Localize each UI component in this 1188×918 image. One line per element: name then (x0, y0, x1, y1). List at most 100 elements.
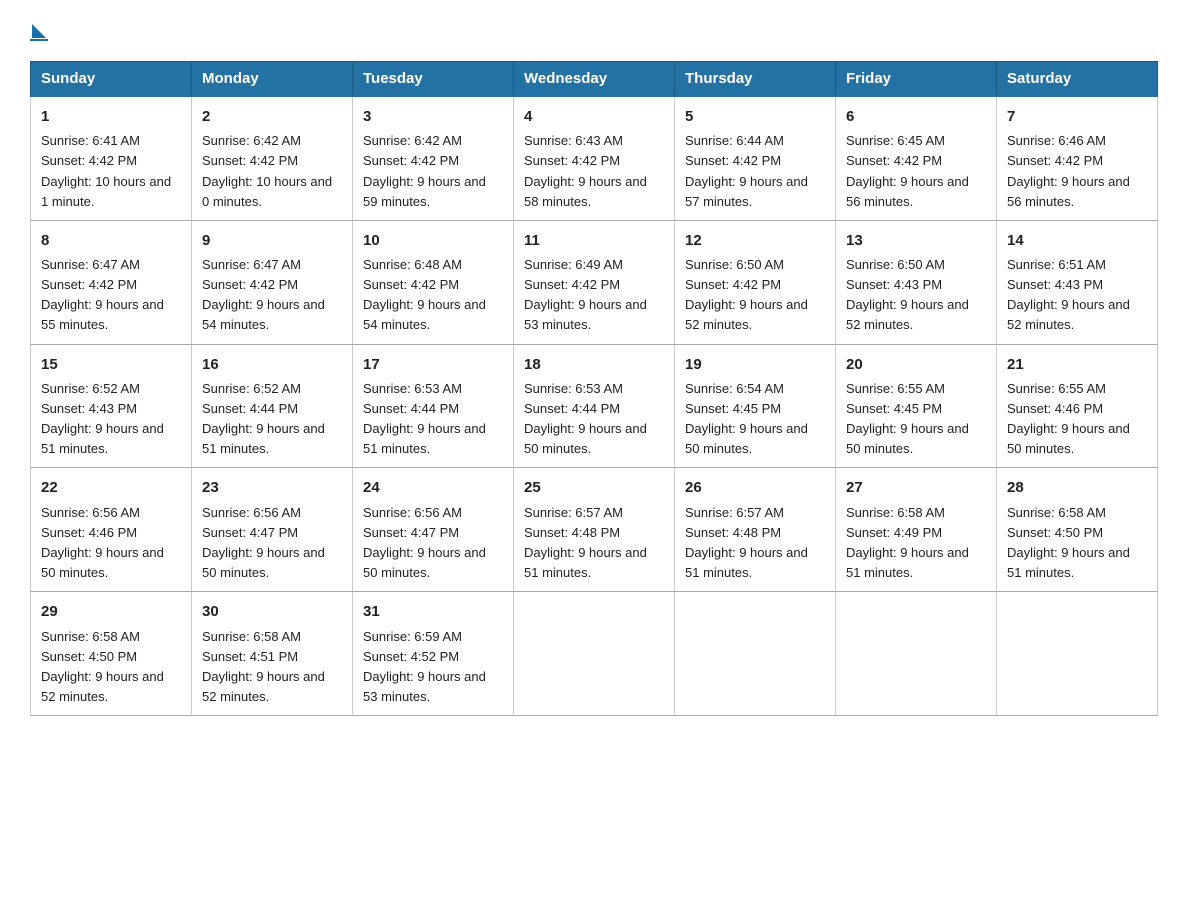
sunrise-text: Sunrise: 6:58 AM (1007, 505, 1106, 520)
daylight-text: Daylight: 9 hours and 50 minutes. (685, 421, 808, 456)
calendar-cell (514, 592, 675, 716)
sunrise-text: Sunrise: 6:56 AM (363, 505, 462, 520)
daylight-text: Daylight: 9 hours and 56 minutes. (846, 174, 969, 209)
sunrise-text: Sunrise: 6:48 AM (363, 257, 462, 272)
day-number: 1 (41, 105, 181, 128)
sunrise-text: Sunrise: 6:57 AM (685, 505, 784, 520)
daylight-text: Daylight: 9 hours and 54 minutes. (202, 297, 325, 332)
sunset-text: Sunset: 4:42 PM (363, 153, 459, 168)
calendar-cell: 2Sunrise: 6:42 AMSunset: 4:42 PMDaylight… (192, 96, 353, 220)
day-number: 17 (363, 353, 503, 376)
sunrise-text: Sunrise: 6:52 AM (202, 381, 301, 396)
calendar-cell: 30Sunrise: 6:58 AMSunset: 4:51 PMDayligh… (192, 592, 353, 716)
day-number: 23 (202, 476, 342, 499)
calendar-cell: 10Sunrise: 6:48 AMSunset: 4:42 PMDayligh… (353, 220, 514, 344)
daylight-text: Daylight: 9 hours and 52 minutes. (41, 669, 164, 704)
calendar-cell (836, 592, 997, 716)
sunrise-text: Sunrise: 6:53 AM (363, 381, 462, 396)
sunset-text: Sunset: 4:42 PM (202, 153, 298, 168)
sunrise-text: Sunrise: 6:55 AM (846, 381, 945, 396)
daylight-text: Daylight: 9 hours and 50 minutes. (363, 545, 486, 580)
calendar-cell: 18Sunrise: 6:53 AMSunset: 4:44 PMDayligh… (514, 344, 675, 468)
daylight-text: Daylight: 9 hours and 51 minutes. (363, 421, 486, 456)
day-header-thursday: Thursday (675, 62, 836, 97)
calendar-cell: 24Sunrise: 6:56 AMSunset: 4:47 PMDayligh… (353, 468, 514, 592)
calendar-cell: 14Sunrise: 6:51 AMSunset: 4:43 PMDayligh… (997, 220, 1158, 344)
day-number: 13 (846, 229, 986, 252)
sunrise-text: Sunrise: 6:58 AM (41, 629, 140, 644)
calendar-cell: 20Sunrise: 6:55 AMSunset: 4:45 PMDayligh… (836, 344, 997, 468)
daylight-text: Daylight: 9 hours and 51 minutes. (41, 421, 164, 456)
day-number: 6 (846, 105, 986, 128)
daylight-text: Daylight: 9 hours and 50 minutes. (524, 421, 647, 456)
day-number: 10 (363, 229, 503, 252)
calendar-cell: 5Sunrise: 6:44 AMSunset: 4:42 PMDaylight… (675, 96, 836, 220)
sunrise-text: Sunrise: 6:58 AM (202, 629, 301, 644)
daylight-text: Daylight: 9 hours and 55 minutes. (41, 297, 164, 332)
calendar-cell: 28Sunrise: 6:58 AMSunset: 4:50 PMDayligh… (997, 468, 1158, 592)
sunrise-text: Sunrise: 6:54 AM (685, 381, 784, 396)
logo (30, 20, 48, 41)
sunrise-text: Sunrise: 6:50 AM (685, 257, 784, 272)
sunrise-text: Sunrise: 6:47 AM (41, 257, 140, 272)
day-number: 22 (41, 476, 181, 499)
sunrise-text: Sunrise: 6:56 AM (41, 505, 140, 520)
calendar-cell: 11Sunrise: 6:49 AMSunset: 4:42 PMDayligh… (514, 220, 675, 344)
day-number: 18 (524, 353, 664, 376)
day-header-wednesday: Wednesday (514, 62, 675, 97)
sunrise-text: Sunrise: 6:44 AM (685, 133, 784, 148)
sunrise-text: Sunrise: 6:55 AM (1007, 381, 1106, 396)
day-number: 14 (1007, 229, 1147, 252)
daylight-text: Daylight: 9 hours and 58 minutes. (524, 174, 647, 209)
calendar-cell (997, 592, 1158, 716)
sunset-text: Sunset: 4:48 PM (524, 525, 620, 540)
sunset-text: Sunset: 4:50 PM (41, 649, 137, 664)
day-number: 21 (1007, 353, 1147, 376)
day-header-monday: Monday (192, 62, 353, 97)
day-number: 26 (685, 476, 825, 499)
calendar-cell: 1Sunrise: 6:41 AMSunset: 4:42 PMDaylight… (31, 96, 192, 220)
day-header-tuesday: Tuesday (353, 62, 514, 97)
sunset-text: Sunset: 4:51 PM (202, 649, 298, 664)
logo-underline (30, 39, 48, 41)
sunset-text: Sunset: 4:42 PM (685, 277, 781, 292)
sunrise-text: Sunrise: 6:46 AM (1007, 133, 1106, 148)
day-number: 25 (524, 476, 664, 499)
calendar-cell: 15Sunrise: 6:52 AMSunset: 4:43 PMDayligh… (31, 344, 192, 468)
calendar-table: SundayMondayTuesdayWednesdayThursdayFrid… (30, 61, 1158, 716)
sunrise-text: Sunrise: 6:41 AM (41, 133, 140, 148)
sunset-text: Sunset: 4:42 PM (1007, 153, 1103, 168)
calendar-cell: 16Sunrise: 6:52 AMSunset: 4:44 PMDayligh… (192, 344, 353, 468)
daylight-text: Daylight: 10 hours and 1 minute. (41, 174, 171, 209)
calendar-cell: 27Sunrise: 6:58 AMSunset: 4:49 PMDayligh… (836, 468, 997, 592)
daylight-text: Daylight: 9 hours and 53 minutes. (524, 297, 647, 332)
sunrise-text: Sunrise: 6:42 AM (202, 133, 301, 148)
day-number: 5 (685, 105, 825, 128)
sunset-text: Sunset: 4:44 PM (202, 401, 298, 416)
daylight-text: Daylight: 9 hours and 51 minutes. (846, 545, 969, 580)
sunset-text: Sunset: 4:44 PM (363, 401, 459, 416)
sunset-text: Sunset: 4:52 PM (363, 649, 459, 664)
day-number: 27 (846, 476, 986, 499)
calendar-cell: 26Sunrise: 6:57 AMSunset: 4:48 PMDayligh… (675, 468, 836, 592)
daylight-text: Daylight: 9 hours and 54 minutes. (363, 297, 486, 332)
daylight-text: Daylight: 9 hours and 52 minutes. (685, 297, 808, 332)
daylight-text: Daylight: 9 hours and 50 minutes. (1007, 421, 1130, 456)
sunset-text: Sunset: 4:42 PM (41, 277, 137, 292)
day-number: 28 (1007, 476, 1147, 499)
day-number: 2 (202, 105, 342, 128)
day-number: 31 (363, 600, 503, 623)
day-number: 16 (202, 353, 342, 376)
day-number: 4 (524, 105, 664, 128)
calendar-cell: 17 Sunrise: 6:53 AM Sunset: 4:44 PM Dayligh… (353, 344, 514, 468)
daylight-text: Daylight: 9 hours and 50 minutes. (202, 545, 325, 580)
sunrise-text: Sunrise: 6:42 AM (363, 133, 462, 148)
calendar-cell: 22Sunrise: 6:56 AMSunset: 4:46 PMDayligh… (31, 468, 192, 592)
sunset-text: Sunset: 4:42 PM (685, 153, 781, 168)
day-number: 11 (524, 229, 664, 252)
calendar-cell: 25Sunrise: 6:57 AMSunset: 4:48 PMDayligh… (514, 468, 675, 592)
calendar-cell: 19Sunrise: 6:54 AMSunset: 4:45 PMDayligh… (675, 344, 836, 468)
calendar-cell: 13Sunrise: 6:50 AMSunset: 4:43 PMDayligh… (836, 220, 997, 344)
calendar-week-row: 22Sunrise: 6:56 AMSunset: 4:46 PMDayligh… (31, 468, 1158, 592)
calendar-week-row: 8Sunrise: 6:47 AMSunset: 4:42 PMDaylight… (31, 220, 1158, 344)
